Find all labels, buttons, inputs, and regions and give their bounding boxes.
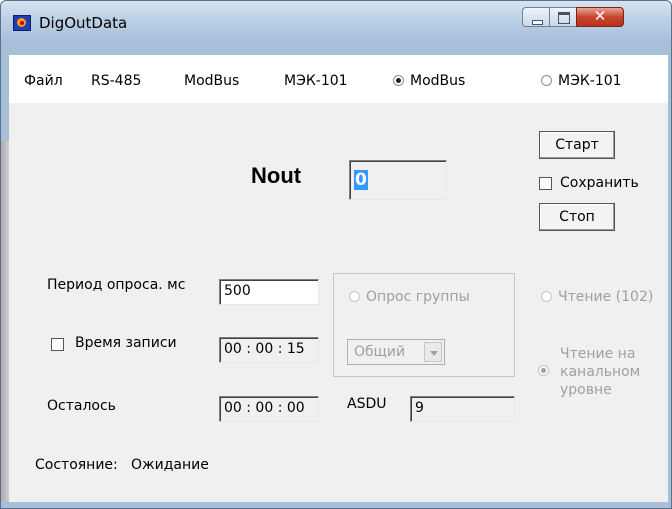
period-label: Период опроса. мс <box>47 277 186 293</box>
asdu-field[interactable]: 9 <box>410 396 515 422</box>
menu-mek101[interactable]: МЭК-101 <box>284 73 348 89</box>
app-logo-icon <box>13 15 31 31</box>
radio-mek101-label: МЭК-101 <box>558 73 622 89</box>
status-value: Ожидание <box>131 457 209 473</box>
close-button[interactable]: ✕ <box>576 7 624 27</box>
read-link-level-label: Чтение на канальном уровне <box>560 345 640 399</box>
radio-mek101[interactable]: МЭК-101 <box>541 73 622 89</box>
menu-rs485[interactable]: RS-485 <box>91 73 141 89</box>
title-bar[interactable]: DigOutData ✕ <box>1 1 671 41</box>
group-poll-radio[interactable]: Опрос группы <box>349 289 470 305</box>
read-102-radio[interactable]: Чтение (102) <box>541 289 653 305</box>
read-link-level-line1: Чтение на <box>560 346 636 362</box>
remaining-label: Осталось <box>47 398 116 414</box>
read-link-level-radio[interactable] <box>538 363 555 379</box>
app-window: DigOutData ✕ Файл RS-485 ModBus МЭК-101 … <box>0 0 672 509</box>
read-link-level-line2: канальном <box>560 364 641 380</box>
chevron-down-icon[interactable] <box>424 342 442 362</box>
read-link-level-line3: уровне <box>560 382 612 398</box>
read-102-label: Чтение (102) <box>558 289 654 305</box>
window-title: DigOutData <box>39 14 128 32</box>
asdu-label: ASDU <box>347 396 387 412</box>
status-label: Состояние: <box>35 457 118 473</box>
start-button[interactable]: Старт <box>539 131 615 159</box>
write-time-label: Время записи <box>75 335 177 351</box>
group-poll-label: Опрос группы <box>366 289 470 305</box>
radio-selected-icon <box>393 75 404 86</box>
menu-file[interactable]: Файл <box>24 73 63 89</box>
stop-button[interactable]: Стоп <box>539 203 615 231</box>
period-input[interactable]: 500 <box>219 279 319 305</box>
group-combo-value: Общий <box>354 344 406 360</box>
maximize-button[interactable] <box>549 7 577 27</box>
nout-value: 0 <box>354 170 368 190</box>
group-combo[interactable]: Общий <box>347 339 445 365</box>
radio-modbus-label: ModBus <box>410 73 466 89</box>
write-time-checkbox[interactable] <box>51 338 64 351</box>
radio-disabled-icon <box>541 291 552 302</box>
close-icon: ✕ <box>593 7 607 25</box>
radio-modbus[interactable]: ModBus <box>393 73 465 89</box>
minimize-button[interactable] <box>522 7 550 27</box>
radio-disabled-selected-icon <box>538 365 549 376</box>
left-border-strip <box>1 141 9 501</box>
radio-unselected-icon <box>541 75 552 86</box>
save-checkbox[interactable] <box>539 177 552 190</box>
remaining-field[interactable]: 00 : 00 : 00 <box>219 396 319 422</box>
menu-modbus[interactable]: ModBus <box>184 73 239 89</box>
save-checkbox-label: Сохранить <box>560 175 639 191</box>
nout-label: Nout <box>251 163 302 188</box>
nout-field[interactable]: 0 <box>349 160 447 200</box>
menu-bar: Файл RS-485 ModBus МЭК-101 ModBus МЭК-10… <box>9 55 668 104</box>
write-time-field[interactable]: 00 : 00 : 15 <box>219 337 319 363</box>
main-panel: Nout 0 Старт Сохранить Стоп Период опрос… <box>9 103 668 502</box>
radio-disabled-icon <box>349 291 360 302</box>
